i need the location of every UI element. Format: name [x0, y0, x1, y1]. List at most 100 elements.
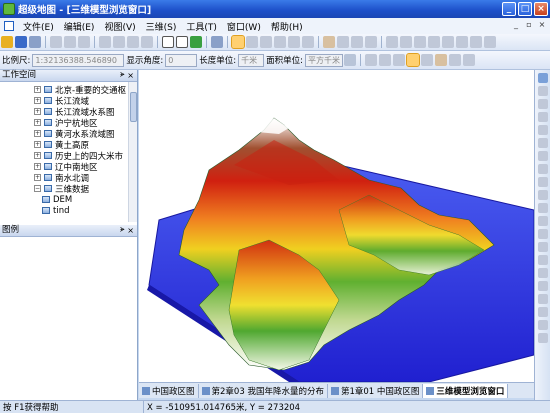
draw-icon[interactable] — [365, 54, 377, 66]
properties-icon[interactable] — [344, 54, 356, 66]
area-unit-select[interactable]: 平方千米 — [305, 53, 343, 67]
copy-icon[interactable] — [64, 36, 76, 48]
zoom-active-icon[interactable] — [406, 53, 420, 67]
rotate-icon[interactable] — [351, 36, 363, 48]
tree-icon[interactable] — [190, 36, 202, 48]
pin-icon[interactable] — [484, 36, 496, 48]
hand-icon[interactable] — [435, 54, 447, 66]
pin-icon[interactable]: ᗘ — [120, 70, 125, 81]
tab-precipitation[interactable]: 第2章03 我国年降水量的分布 — [199, 383, 328, 398]
tool-icon[interactable] — [538, 281, 548, 291]
tool-icon[interactable] — [538, 320, 548, 330]
measure-icon[interactable] — [365, 36, 377, 48]
zoom-in-icon[interactable] — [274, 36, 286, 48]
menu-help[interactable]: 帮助(H) — [266, 20, 308, 33]
redo-icon[interactable] — [113, 36, 125, 48]
open-icon[interactable] — [1, 36, 13, 48]
mdi-restore-button[interactable]: ▫ — [523, 20, 535, 31]
save-icon[interactable] — [15, 36, 27, 48]
menu-edit[interactable]: 编辑(E) — [59, 20, 100, 33]
full-extent-icon[interactable] — [302, 36, 314, 48]
tool-icon[interactable] — [538, 229, 548, 239]
display-angle-field[interactable]: 0 — [165, 53, 198, 67]
expand-icon[interactable]: + — [34, 97, 41, 104]
tool-icon[interactable] — [538, 86, 548, 96]
tool-icon[interactable] — [538, 73, 548, 83]
expand-icon[interactable]: + — [34, 130, 41, 137]
zoom-out-icon[interactable] — [288, 36, 300, 48]
window-layout-icon[interactable] — [162, 36, 174, 48]
zoom-window-icon[interactable] — [379, 54, 391, 66]
tree-item[interactable]: − 三维数据 — [0, 183, 137, 195]
3d-viewport[interactable] — [139, 70, 534, 382]
tree-item[interactable]: + 长江流域水系图 — [0, 106, 137, 118]
mdi-close-button[interactable]: × — [536, 20, 548, 31]
tree-item[interactable]: DEM — [0, 194, 137, 205]
tool-icon[interactable] — [538, 333, 548, 343]
tool-icon[interactable] — [538, 307, 548, 317]
link-icon[interactable] — [442, 36, 454, 48]
collapse-icon[interactable]: − — [34, 185, 41, 192]
tool-icon[interactable] — [538, 112, 548, 122]
mdi-minimize-button[interactable]: _ — [510, 20, 522, 31]
tree-scrollbar[interactable] — [128, 82, 137, 222]
minimize-button[interactable]: _ — [502, 2, 516, 16]
sun-icon[interactable] — [463, 54, 475, 66]
tree-item[interactable]: + 沪宁杭地区 — [0, 117, 137, 129]
tab-china-map[interactable]: 中国政区图 — [139, 383, 199, 398]
tool-icon[interactable] — [538, 268, 548, 278]
tool-icon[interactable] — [538, 190, 548, 200]
tree-item[interactable]: + 黄土高原 — [0, 139, 137, 151]
expand-icon[interactable]: + — [34, 163, 41, 170]
tree-item[interactable]: + 黄河水系流域图 — [0, 128, 137, 140]
layer-icon[interactable] — [141, 36, 153, 48]
brush-icon[interactable] — [470, 36, 482, 48]
edit-icon[interactable] — [211, 36, 223, 48]
paste-icon[interactable] — [78, 36, 90, 48]
expand-icon[interactable]: + — [34, 141, 41, 148]
arrow-right-icon[interactable] — [414, 36, 426, 48]
expand-icon[interactable]: + — [34, 108, 41, 115]
close-icon[interactable]: × — [127, 225, 134, 236]
split-view-icon[interactable] — [176, 36, 188, 48]
help-icon[interactable] — [246, 36, 258, 48]
arrow-up-icon[interactable] — [428, 36, 440, 48]
zoom-free-icon[interactable] — [421, 54, 433, 66]
tab-3d-browser[interactable]: 三维模型浏览窗口 — [423, 383, 509, 398]
expand-icon[interactable]: + — [34, 174, 41, 181]
maximize-button[interactable]: □ — [518, 2, 532, 16]
tool-icon[interactable] — [538, 138, 548, 148]
length-unit-select[interactable]: 千米 — [238, 53, 265, 67]
tree-item[interactable]: + 北京-重要的交通枢 — [0, 84, 137, 96]
document-icon[interactable] — [4, 21, 14, 31]
fly-icon[interactable] — [337, 36, 349, 48]
zoom-out-window-icon[interactable] — [393, 54, 405, 66]
tool-icon[interactable] — [538, 242, 548, 252]
tree-item[interactable]: tind — [0, 205, 137, 216]
expand-icon[interactable]: + — [34, 119, 41, 126]
tool-icon[interactable] — [538, 125, 548, 135]
select-arrow-icon[interactable] — [231, 35, 245, 49]
tree-item[interactable]: + 南水北调 — [0, 172, 137, 184]
pan-hand-icon[interactable] — [323, 36, 335, 48]
refresh-icon[interactable] — [127, 36, 139, 48]
back-icon[interactable] — [386, 36, 398, 48]
tree-item[interactable]: + 长江流域 — [0, 95, 137, 107]
menu-3d[interactable]: 三维(S) — [141, 20, 182, 33]
tool-icon[interactable] — [538, 216, 548, 226]
menu-view[interactable]: 视图(V) — [99, 20, 140, 33]
tool-icon[interactable] — [538, 255, 548, 265]
menu-file[interactable]: 文件(E) — [18, 20, 59, 33]
tree-item[interactable]: + 历史上的四大米市 — [0, 150, 137, 162]
tool-icon[interactable] — [538, 203, 548, 213]
print-icon[interactable] — [29, 36, 41, 48]
query-icon[interactable] — [260, 36, 272, 48]
pencil-icon[interactable] — [456, 36, 468, 48]
close-icon[interactable]: × — [127, 70, 134, 81]
tool-icon[interactable] — [538, 164, 548, 174]
tool-icon[interactable] — [538, 151, 548, 161]
expand-icon[interactable]: + — [34, 86, 41, 93]
tab-chapter1-map[interactable]: 第1章01 中国政区图 — [328, 383, 424, 398]
menu-window[interactable]: 窗口(W) — [222, 20, 266, 33]
tool-icon[interactable] — [538, 177, 548, 187]
